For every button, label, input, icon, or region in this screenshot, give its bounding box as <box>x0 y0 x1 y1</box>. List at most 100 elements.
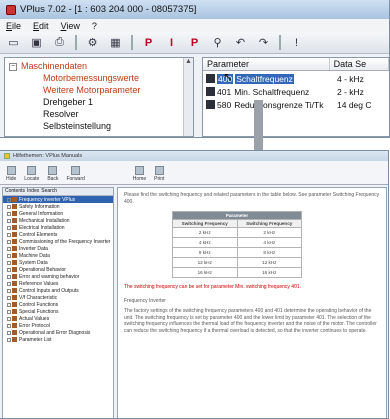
expand-plus-icon[interactable] <box>7 316 11 321</box>
tree-scrollbar[interactable]: ▲ <box>183 58 193 136</box>
help-nav-item[interactable]: Reference Values <box>3 280 113 287</box>
expand-plus-icon[interactable] <box>7 211 11 216</box>
table-cell: 12 kHz <box>236 257 302 268</box>
expand-plus-icon[interactable] <box>7 232 11 237</box>
tab-contents[interactable]: Contents <box>5 188 25 195</box>
help-nav-item-label: Mechanical Installation <box>19 217 70 224</box>
expand-plus-icon[interactable] <box>7 330 11 335</box>
tab-search[interactable]: Search <box>41 188 57 195</box>
menu-help[interactable]: ? <box>92 21 97 31</box>
tab-index[interactable]: Index <box>27 188 39 195</box>
help-nav-item[interactable]: Mechanical Installation <box>3 217 113 224</box>
parameter-i-icon[interactable]: I <box>162 34 181 51</box>
help-nav-item[interactable]: Special Functions <box>3 308 113 315</box>
book-icon <box>12 239 17 244</box>
new-file-icon[interactable]: ▭ <box>4 34 23 51</box>
help-nav-item[interactable]: Operational Behavior <box>3 266 113 273</box>
redo-icon[interactable]: ↷ <box>254 34 273 51</box>
tree-item-selbsteinstellung[interactable]: Selbsteinstellung <box>43 121 111 131</box>
tree-pane: − Maschinendaten Motorbemessungswerte We… <box>4 57 194 137</box>
expand-plus-icon[interactable] <box>7 239 11 244</box>
scroll-up-icon[interactable]: ▲ <box>184 58 193 68</box>
help-nav-item[interactable]: Frequency inverter VPlus <box>3 196 113 203</box>
hide-button[interactable]: Hide <box>6 166 16 182</box>
expand-plus-icon[interactable] <box>7 225 11 230</box>
help-nav-item[interactable]: Control Elements <box>3 231 113 238</box>
help-nav-item[interactable]: Control Functions <box>3 301 113 308</box>
expand-plus-icon[interactable] <box>7 309 11 314</box>
info-icon[interactable]: ! <box>287 34 306 51</box>
tree-item-drehgeber-1[interactable]: Drehgeber 1 <box>43 97 93 107</box>
expand-plus-icon[interactable] <box>7 302 11 307</box>
expand-plus-icon[interactable] <box>7 218 11 223</box>
toolbar-separator <box>75 35 77 50</box>
back-button[interactable]: Back <box>47 166 58 182</box>
parameter-number: 401 <box>217 86 232 97</box>
expand-plus-icon[interactable] <box>7 246 11 251</box>
print-icon[interactable]: ⎙ <box>50 34 69 51</box>
help-nav-item[interactable]: Operational and Error Diagnosis <box>3 329 113 336</box>
menu-view[interactable]: View <box>61 21 80 31</box>
help-nav-item[interactable]: Actual Values <box>3 315 113 322</box>
help-nav-item-label: System Data <box>19 259 48 266</box>
table-row[interactable]: 400 Schaltfrequenz 4 - kHz <box>206 73 388 84</box>
column-header-parameter[interactable]: Parameter <box>203 58 330 70</box>
expand-plus-icon[interactable] <box>7 323 11 328</box>
help-nav-item[interactable]: Commissioning of the Frequency Inverter <box>3 238 113 245</box>
column-header-data-set[interactable]: Data Se <box>330 58 389 70</box>
help-nav-item[interactable]: Electrical Installation <box>3 224 113 231</box>
help-nav-item[interactable]: Error and warning behavior <box>3 273 113 280</box>
help-nav-item[interactable]: General Information <box>3 210 113 217</box>
tree-item-weitere-motorparameter[interactable]: Weitere Motorparameter <box>43 85 140 95</box>
search-icon[interactable]: ⚲ <box>208 34 227 51</box>
forward-button[interactable]: Forward <box>66 166 85 182</box>
book-icon <box>12 225 17 230</box>
help-nav-item-label: Parameter List <box>19 336 52 343</box>
help-nav-item-label: Control Functions <box>19 301 59 308</box>
help-nav-item[interactable]: V/f Characteristic <box>3 294 113 301</box>
help-nav-item[interactable]: Parameter List <box>3 336 113 343</box>
expand-plus-icon[interactable] <box>7 204 11 209</box>
home-button[interactable]: Home <box>133 166 146 182</box>
home-icon <box>134 166 144 175</box>
book-icon <box>12 232 17 237</box>
help-nav-item[interactable]: Safety Information <box>3 203 113 210</box>
menu-file[interactable]: Eile <box>6 21 21 31</box>
table-cell: 16 kHz <box>236 267 302 278</box>
expand-plus-icon[interactable] <box>7 267 11 272</box>
expand-plus-icon[interactable] <box>7 274 11 279</box>
table-row[interactable]: 580 Reduktionsgrenze Ti/Tk 14 deg C <box>206 99 388 110</box>
tree-collapse-toggle[interactable]: − <box>9 63 17 71</box>
locate-button[interactable]: Locate <box>24 166 39 182</box>
help-nav-item[interactable]: Inverter Data <box>3 245 113 252</box>
expand-plus-icon[interactable] <box>7 197 11 202</box>
parameter-p2-icon[interactable]: P <box>185 34 204 51</box>
expand-plus-icon[interactable] <box>7 281 11 286</box>
help-nav-item[interactable]: Machine Data <box>3 252 113 259</box>
table-cell: 4 kHz <box>236 237 302 248</box>
expand-plus-icon[interactable] <box>7 260 11 265</box>
save-icon[interactable]: ▣ <box>27 34 46 51</box>
locate-icon <box>27 166 37 175</box>
window-title: VPlus 7.02 - [1 : 603 204 000 - 08057375… <box>20 4 197 15</box>
menu-edit[interactable]: Edit <box>33 21 49 31</box>
undo-icon[interactable]: ↶ <box>231 34 250 51</box>
tree-root-maschinendaten[interactable]: Maschinendaten <box>21 61 87 71</box>
help-nav-item[interactable]: Control Inputs and Outputs <box>3 287 113 294</box>
print-button[interactable]: Print <box>154 166 164 182</box>
help-nav-item[interactable]: System Data <box>3 259 113 266</box>
help-title-bar: Hilfethemen: VPlus Manuals <box>0 151 388 161</box>
expand-plus-icon[interactable] <box>7 295 11 300</box>
expand-plus-icon[interactable] <box>7 288 11 293</box>
parameter-p-icon[interactable]: P <box>139 34 158 51</box>
table-row[interactable]: 401 Min. Schaltfrequenz 2 - kHz <box>206 86 388 97</box>
expand-plus-icon[interactable] <box>7 253 11 258</box>
expand-plus-icon[interactable] <box>7 337 11 342</box>
grid-icon[interactable]: ▦ <box>106 34 125 51</box>
tools-icon[interactable]: ⚙ <box>83 34 102 51</box>
table-row: 8 kHz 8 kHz <box>172 247 302 258</box>
tree-item-motorbemessungswerte[interactable]: Motorbemessungswerte <box>43 73 139 83</box>
help-window: Hilfethemen: VPlus Manuals Hide Locate B… <box>0 150 389 419</box>
tree-item-resolver[interactable]: Resolver <box>43 109 79 119</box>
help-nav-item[interactable]: Error Protocol <box>3 322 113 329</box>
